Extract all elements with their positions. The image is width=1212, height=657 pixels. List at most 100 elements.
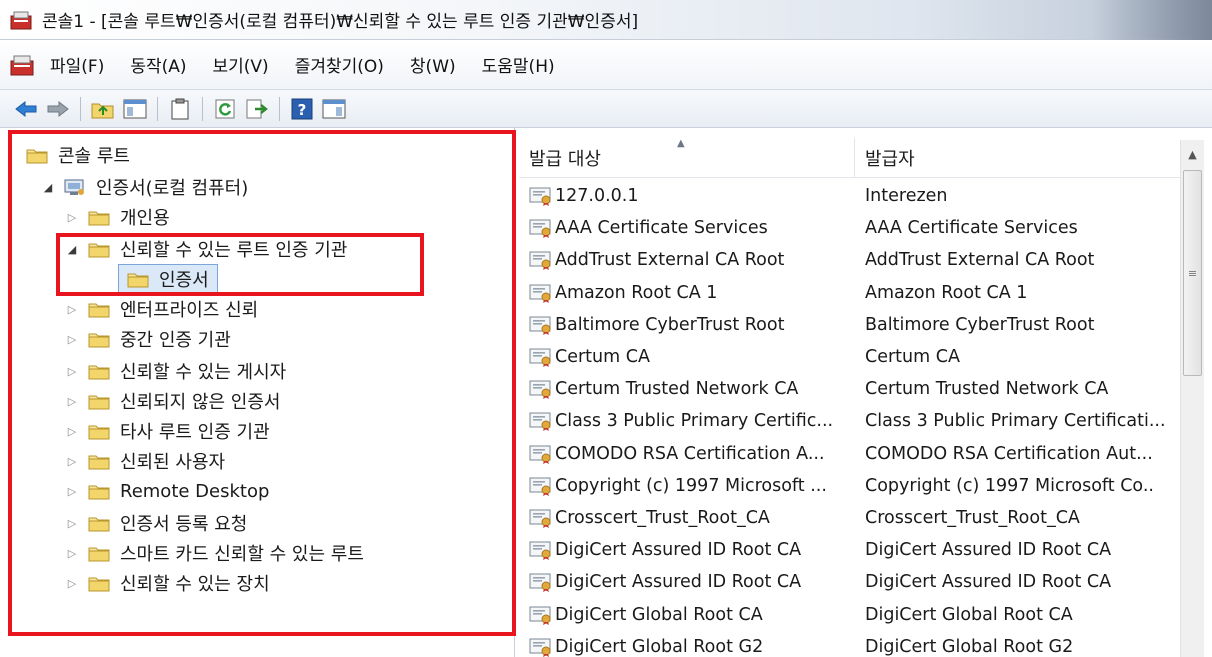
- cell-issued-by: Certum CA: [865, 347, 1181, 367]
- issued-to-text: Crosscert_Trust_Root_CA: [555, 508, 770, 528]
- expand-arrow-icon[interactable]: ▷: [64, 577, 80, 590]
- forward-arrow-icon: [47, 100, 69, 117]
- back-button[interactable]: [12, 95, 40, 123]
- certificate-row[interactable]: Certum Trusted Network CA Certum Trusted …: [519, 373, 1181, 405]
- forward-button[interactable]: [44, 95, 72, 123]
- show-hide-action-pane-button[interactable]: [320, 95, 348, 123]
- certificate-icon: [529, 573, 551, 593]
- action-pane-icon: [322, 99, 346, 118]
- expand-arrow-icon[interactable]: ▷: [64, 211, 80, 224]
- issued-by-text: DigiCert Global Root G2: [865, 636, 1074, 657]
- tree-item-smart-card-trusted-roots[interactable]: ▷ 스마트 카드 신뢰할 수 있는 루트: [64, 538, 364, 568]
- refresh-button[interactable]: [211, 95, 239, 123]
- certificate-row[interactable]: AddTrust External CA Root AddTrust Extern…: [519, 244, 1181, 276]
- tree-item-trusted-people[interactable]: ▷ 신뢰된 사용자: [64, 446, 225, 476]
- tree-item-certificates-local-computer[interactable]: ◢ 인증서(로컬 컴퓨터): [40, 172, 248, 202]
- certificate-row[interactable]: DigiCert Global Root G2 DigiCert Global R…: [519, 631, 1181, 657]
- scroll-thumb[interactable]: ≡: [1183, 170, 1202, 376]
- column-header-issued-by[interactable]: 발급자: [855, 138, 1181, 178]
- expand-arrow-icon[interactable]: ◢: [64, 243, 80, 256]
- tree-item-third-party-root-ca[interactable]: ▷ 타사 루트 인증 기관: [64, 416, 270, 446]
- certificate-icon: [529, 316, 551, 335]
- expand-arrow-icon[interactable]: ▷: [64, 395, 80, 408]
- expand-arrow-icon[interactable]: ◢: [40, 181, 56, 194]
- scroll-up-arrow-icon[interactable]: ▲: [1181, 140, 1204, 168]
- certificate-row[interactable]: COMODO RSA Certification A... COMODO RSA …: [519, 438, 1181, 470]
- menu-view[interactable]: 보기(V): [211, 48, 271, 81]
- expand-arrow-icon[interactable]: ▷: [64, 455, 80, 468]
- expand-arrow-icon[interactable]: ▷: [64, 485, 80, 498]
- issued-to-text: AddTrust External CA Root: [555, 250, 785, 271]
- export-list-button[interactable]: [243, 95, 271, 123]
- menu-help[interactable]: 도움말(H): [480, 48, 557, 81]
- tree-item-trusted-root-ca[interactable]: ◢ 신뢰할 수 있는 루트 인증 기관: [64, 234, 348, 264]
- tree-label: 신뢰되지 않은 인증서: [120, 392, 281, 413]
- menu-window[interactable]: 창(W): [408, 48, 458, 81]
- tree-item-enterprise-trust[interactable]: ▷ 엔터프라이즈 신뢰: [64, 294, 258, 324]
- issued-by-text: AAA Certificate Services: [865, 218, 1078, 239]
- show-hide-tree-button[interactable]: [121, 95, 149, 123]
- help-icon: ?: [291, 98, 313, 119]
- tree-item-trusted-devices[interactable]: ▷ 신뢰할 수 있는 장치: [64, 568, 270, 598]
- expand-arrow-icon[interactable]: ▷: [64, 303, 80, 316]
- certificate-row[interactable]: Copyright (c) 1997 Microsoft ... Copyrigh…: [519, 470, 1181, 502]
- menu-bar: 파일(F) 동작(A) 보기(V) 즐겨찾기(O) 창(W) 도움말(H): [0, 40, 1212, 90]
- issued-to-text: Baltimore CyberTrust Root: [555, 314, 785, 335]
- scroll-grip-icon: ≡: [1187, 266, 1198, 280]
- issued-by-text: AddTrust External CA Root: [865, 250, 1095, 271]
- help-button[interactable]: ?: [288, 95, 316, 123]
- tree-item-console-root[interactable]: 콘솔 루트: [26, 140, 130, 170]
- expand-arrow-icon[interactable]: ▷: [64, 333, 80, 346]
- certificate-row[interactable]: Crosscert_Trust_Root_CA Crosscert_Trust_R…: [519, 502, 1181, 534]
- folder-icon: [88, 243, 110, 257]
- certificate-row[interactable]: AAA Certificate Services AAA Certificate …: [519, 212, 1181, 244]
- tree-item-remote-desktop[interactable]: ▷ Remote Desktop: [64, 476, 270, 506]
- tree-item-certificate-enrollment-requests[interactable]: ▷ 인증서 등록 요청: [64, 508, 248, 538]
- menu-file[interactable]: 파일(F): [48, 48, 106, 81]
- tree-item-certificates-selected[interactable]: 인증서: [118, 264, 218, 294]
- menu-favorites[interactable]: 즐겨찾기(O): [293, 48, 386, 81]
- tree-label: 신뢰할 수 있는 게시자: [120, 362, 287, 383]
- expand-arrow-icon[interactable]: ▷: [64, 425, 80, 438]
- tree-item-personal[interactable]: ▷ 개인용: [64, 202, 170, 232]
- folder-icon: [88, 577, 110, 591]
- tree-label: 신뢰할 수 있는 루트 인증 기관: [120, 240, 348, 261]
- certificate-row[interactable]: 127.0.0.1 Interezen: [519, 180, 1181, 212]
- certificate-icon: [529, 638, 551, 657]
- issued-by-text: Crosscert_Trust_Root_CA: [865, 508, 1080, 528]
- cell-issued-to: Copyright (c) 1997 Microsoft ...: [519, 476, 865, 496]
- tree-item-trusted-publishers[interactable]: ▷ 신뢰할 수 있는 게시자: [64, 356, 286, 386]
- expand-arrow-icon[interactable]: ▷: [64, 547, 80, 560]
- cell-issued-by: AAA Certificate Services: [865, 218, 1181, 238]
- tree-label: 신뢰된 사용자: [120, 452, 226, 473]
- issued-to-text: AAA Certificate Services: [555, 218, 768, 239]
- expand-arrow-icon[interactable]: ▷: [64, 365, 80, 378]
- certificate-row[interactable]: Baltimore CyberTrust Root Baltimore Cyber…: [519, 309, 1181, 341]
- certificate-row[interactable]: DigiCert Assured ID Root CA DigiCert Assu…: [519, 566, 1181, 598]
- expand-arrow-icon[interactable]: ▷: [64, 517, 80, 530]
- up-one-level-button[interactable]: [89, 95, 117, 123]
- mmc-menu-icon[interactable]: [10, 54, 34, 76]
- folder-icon: [127, 273, 149, 287]
- tree-item-untrusted-certificates[interactable]: ▷ 신뢰되지 않은 인증서: [64, 386, 281, 416]
- certificate-row[interactable]: Amazon Root CA 1 Amazon Root CA 1: [519, 277, 1181, 309]
- cell-issued-by: Baltimore CyberTrust Root: [865, 315, 1181, 335]
- title-bar-gradient: [1092, 0, 1212, 40]
- cell-issued-by: DigiCert Global Root CA: [865, 605, 1181, 625]
- toolbar: ?: [0, 90, 1212, 128]
- copy-button[interactable]: [166, 95, 194, 123]
- certificate-row[interactable]: DigiCert Global Root CA DigiCert Global R…: [519, 599, 1181, 631]
- certificate-row[interactable]: DigiCert Assured ID Root CA DigiCert Assu…: [519, 534, 1181, 566]
- mmc-console-icon: [10, 11, 32, 29]
- certificate-icon: [529, 380, 551, 400]
- vertical-scrollbar[interactable]: ▲ ≡: [1180, 140, 1204, 657]
- issued-by-text: Class 3 Public Primary Certificati...: [865, 411, 1166, 432]
- issued-by-text: Amazon Root CA 1: [865, 282, 1028, 303]
- tree-item-intermediate-ca[interactable]: ▷ 중간 인증 기관: [64, 324, 231, 354]
- issued-to-text: 127.0.0.1: [555, 186, 639, 206]
- certificate-row[interactable]: Class 3 Public Primary Certific... Class …: [519, 405, 1181, 437]
- issued-by-text: DigiCert Assured ID Root CA: [865, 540, 1112, 561]
- column-header-issued-to[interactable]: ▲ 발급 대상: [519, 138, 855, 178]
- menu-action[interactable]: 동작(A): [128, 48, 188, 81]
- certificate-row[interactable]: Certum CA Certum CA: [519, 341, 1181, 373]
